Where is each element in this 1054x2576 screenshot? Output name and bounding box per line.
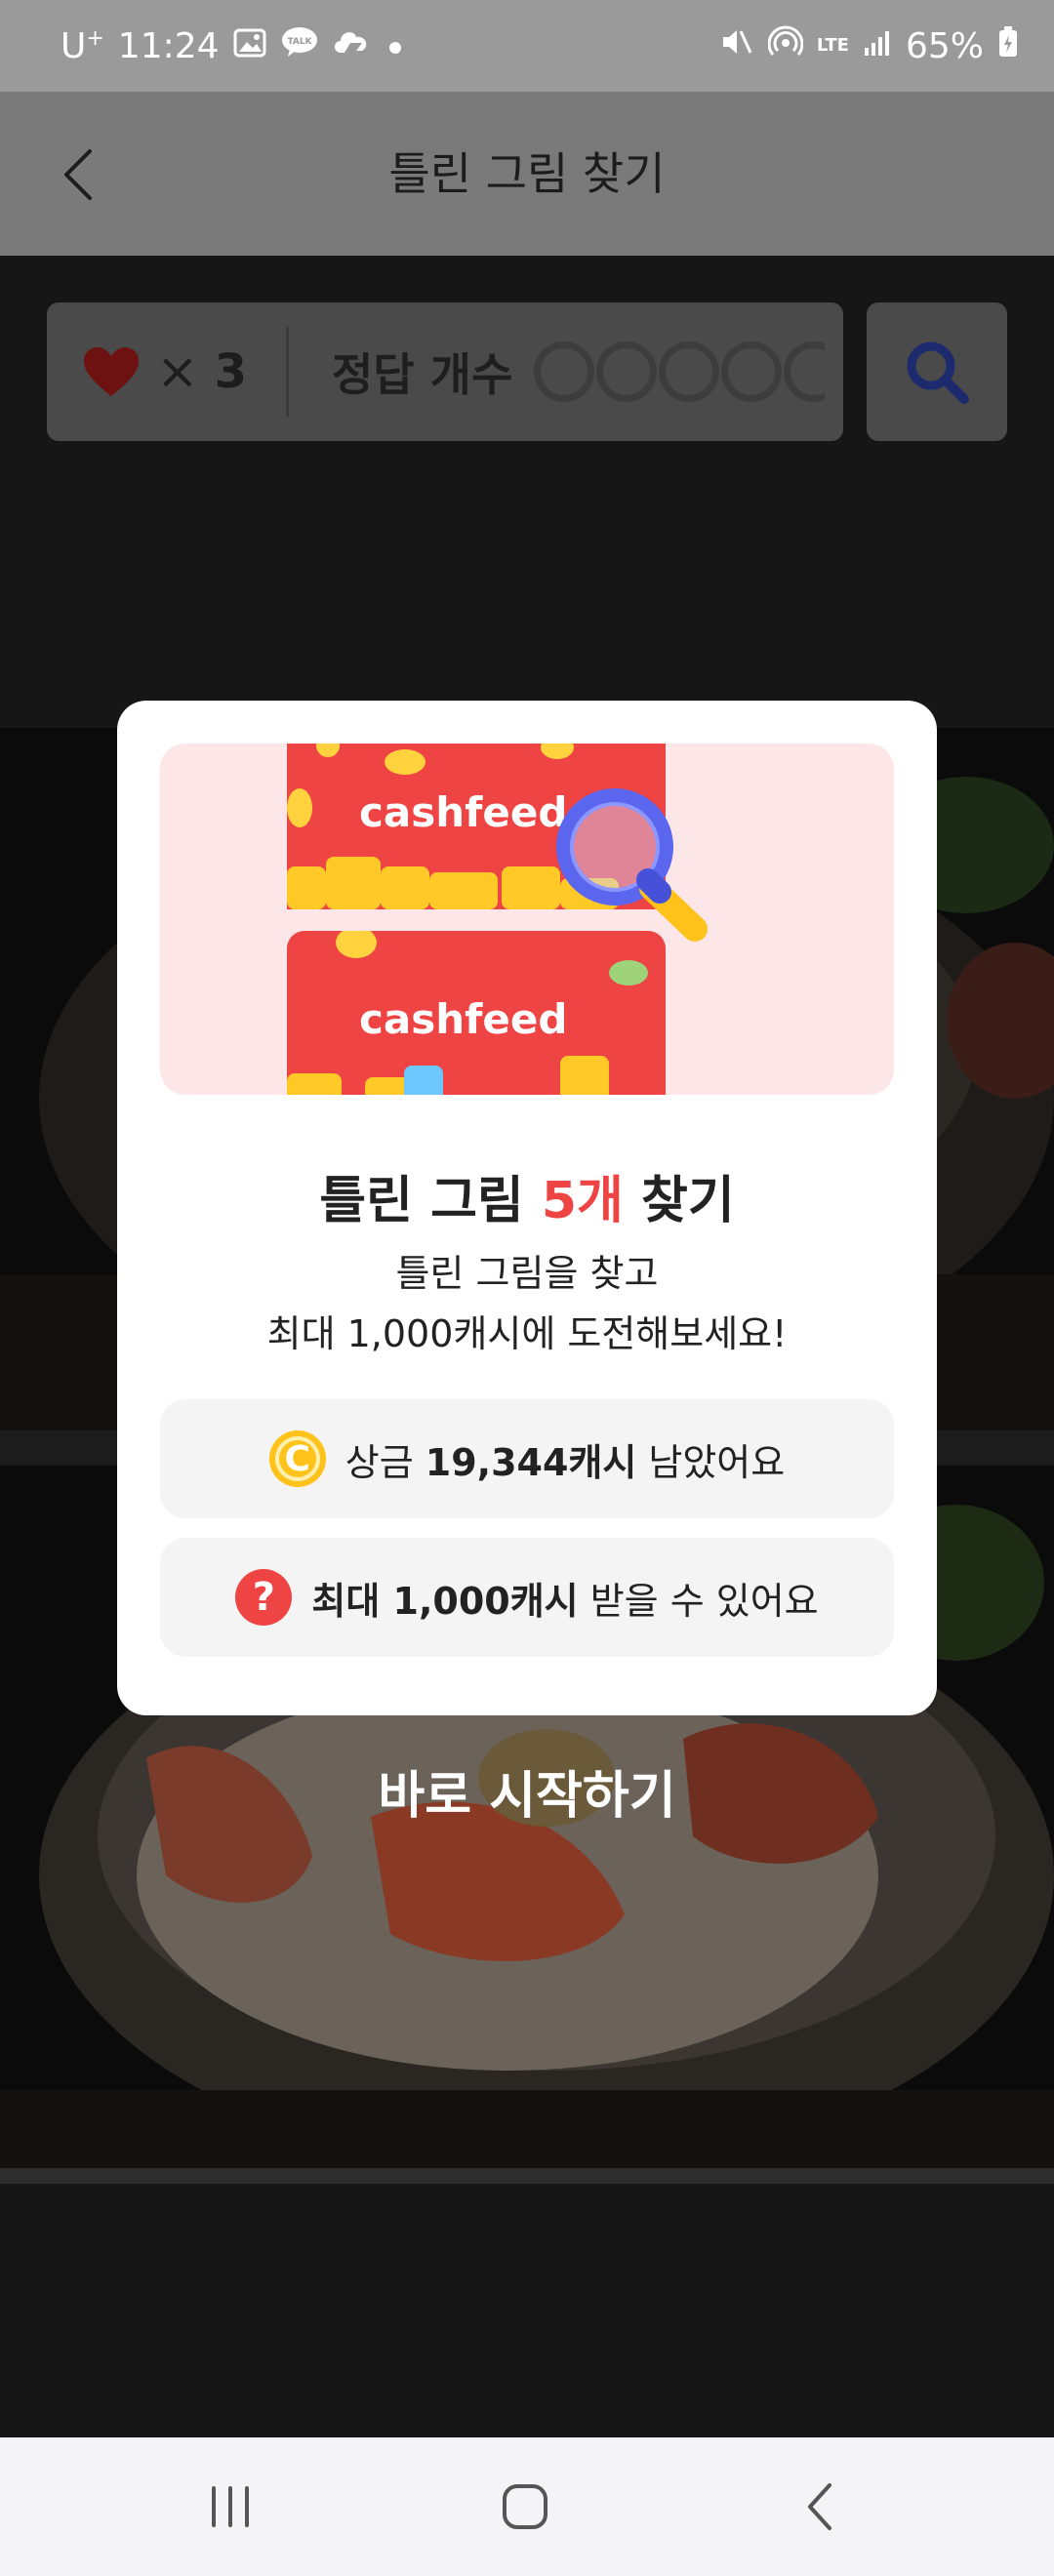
modal-subtitle: 틀린 그림을 찾고 최대 1,000캐시에 도전해보세요!	[266, 1252, 788, 1355]
prize-remaining-row: C 상금 19,344캐시 남았어요	[160, 1399, 894, 1518]
start-now-button[interactable]: 바로 시작하기	[283, 1747, 771, 1834]
answer-slot	[596, 342, 658, 402]
answer-slot	[534, 342, 595, 402]
answer-progress	[534, 342, 826, 402]
back-icon	[808, 2483, 831, 2530]
gallery-icon	[233, 26, 266, 66]
lives-count: 3	[214, 344, 247, 399]
nav-back-button[interactable]	[751, 2437, 888, 2576]
game-info-card: × 3 정답 개수	[47, 302, 843, 441]
brand-logo: cashfeed	[359, 995, 568, 1043]
cloud-icon	[333, 25, 372, 67]
brand-logo: cashfeed	[359, 788, 568, 836]
home-icon	[503, 2484, 547, 2529]
lives-times-sign: ×	[156, 342, 199, 401]
answer-slot	[784, 342, 826, 402]
recent-apps-icon	[212, 2486, 249, 2527]
recent-apps-button[interactable]	[162, 2437, 299, 2576]
max-reward-text: 최대 1,000캐시 받을 수 있어요	[311, 1579, 819, 1623]
magnifier-icon	[556, 788, 708, 942]
lives-counter: × 3	[82, 342, 247, 401]
system-nav-bar	[0, 2437, 1054, 2576]
max-reward-row: ? 최대 1,000캐시 받을 수 있어요	[160, 1538, 894, 1657]
prize-remaining-text: 상금 19,344캐시 남았어요	[345, 1440, 786, 1484]
answer-slot	[721, 342, 783, 402]
promo-banner: cashfeed cashfeed	[160, 744, 894, 1095]
app-header: 틀린 그림 찾기	[0, 92, 1054, 256]
clock: 11:24	[117, 25, 220, 66]
image-bottom-bar	[0, 2168, 1054, 2184]
carrier-label: U+	[61, 25, 104, 66]
magnifier-icon	[907, 342, 969, 404]
modal-title: 틀린 그림 5개 찾기	[319, 1172, 735, 1230]
divider	[285, 327, 289, 417]
answer-slot	[659, 342, 720, 402]
question-icon: ?	[235, 1569, 293, 1626]
kakaotalk-icon: TALK	[280, 25, 319, 67]
heart-icon	[84, 347, 139, 396]
hint-button[interactable]	[867, 302, 1007, 441]
mute-icon	[719, 25, 754, 67]
title-accent-count: 5개	[541, 1172, 624, 1230]
home-button[interactable]	[457, 2437, 593, 2576]
answer-count-label: 정답 개수	[331, 348, 513, 401]
battery-percent: 65%	[905, 25, 984, 66]
hotspot-icon	[767, 25, 804, 67]
signal-icon	[863, 26, 892, 66]
game-intro-modal: cashfeed cashfeed 틀린 그림 5개 찾기 틀린 그림을 찾고 …	[117, 701, 937, 1715]
battery-icon	[997, 25, 1019, 67]
network-type: LTE	[816, 35, 849, 56]
dot-icon	[385, 26, 405, 66]
status-bar: U+ 11:24 TALK LTE 65%	[0, 0, 1054, 92]
page-title: 틀린 그림 찾기	[388, 147, 666, 200]
svg-text:TALK: TALK	[287, 37, 312, 47]
coin-icon: C	[268, 1430, 326, 1487]
